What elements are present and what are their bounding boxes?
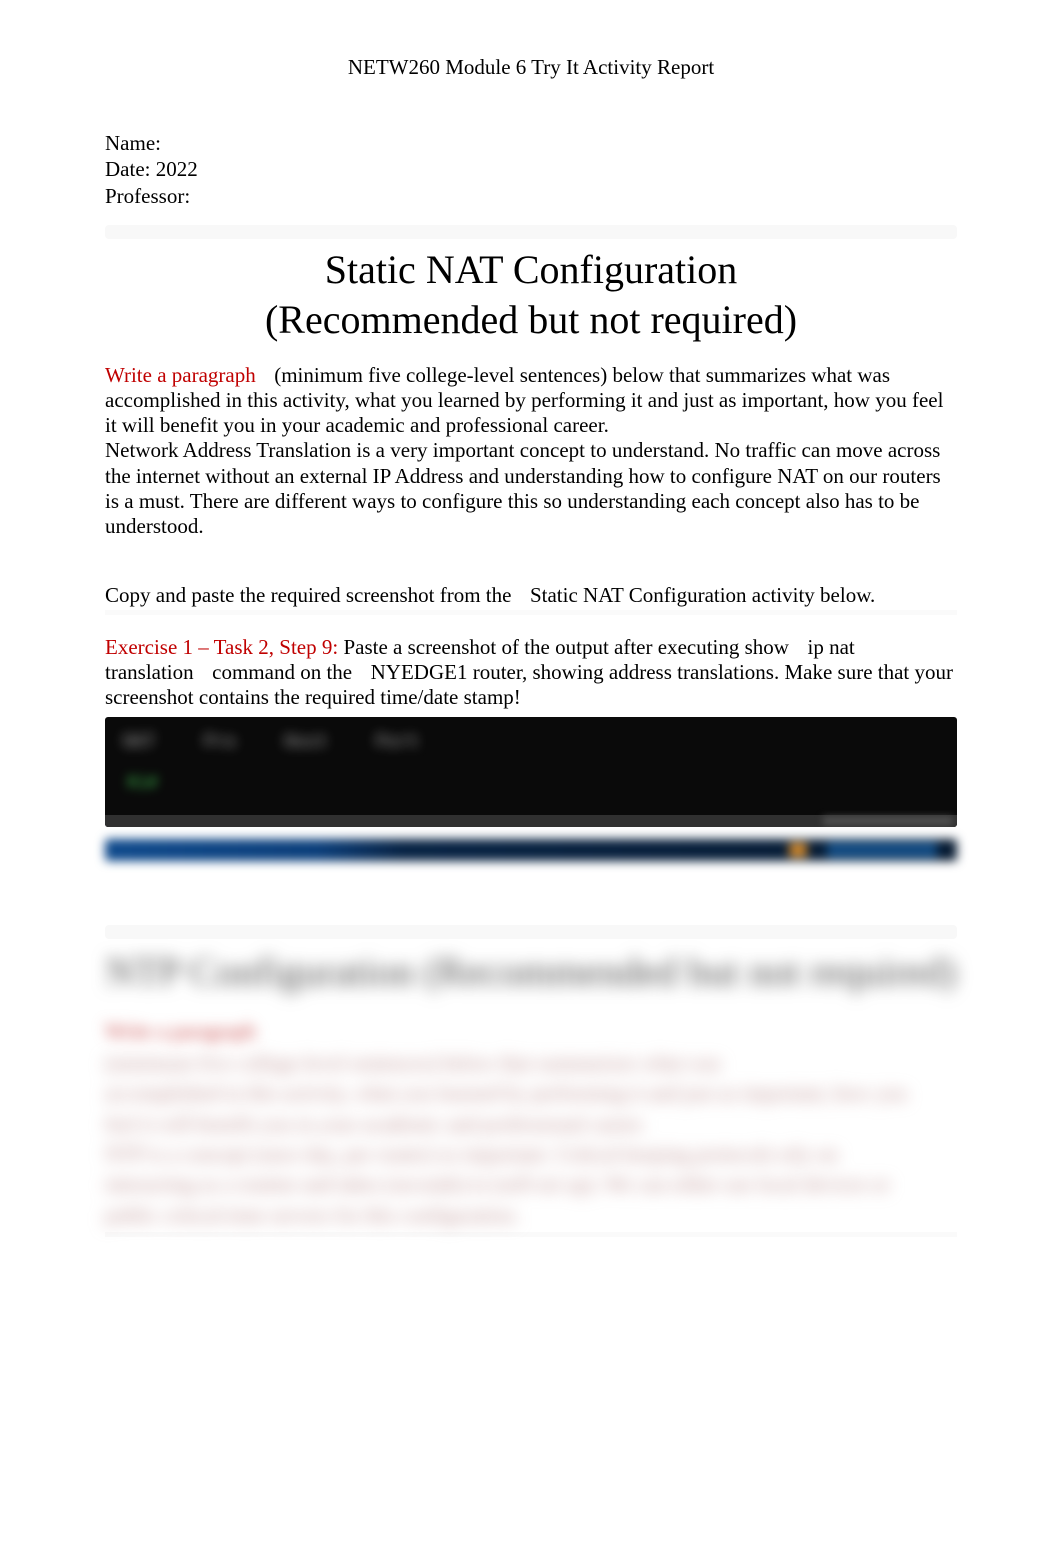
terminal-col-3: Host: [284, 731, 327, 752]
terminal-col-2: Pro: [204, 731, 237, 752]
document-header: NETW260 Module 6 Try It Activity Report: [105, 55, 957, 80]
date-field: Date: 2022: [105, 156, 957, 182]
section-2-title-line1: NTP Configuration: [106, 949, 415, 994]
faint-underline: [105, 610, 957, 615]
name-field: Name:: [105, 130, 957, 156]
terminal-col-4: Port: [375, 731, 418, 752]
blurred-body: (minimum five college-level sentences) b…: [105, 1048, 957, 1231]
write-paragraph-label-2: Write a paragraph: [105, 1019, 256, 1043]
exercise-block: Exercise 1 – Task 2, Step 9: Paste a scr…: [105, 635, 957, 711]
blurred-line-3: feel it will benefit you in your academi…: [105, 1109, 957, 1139]
terminal-screenshot: NAT Pro Host Port R1#: [105, 717, 957, 827]
section-2-title: NTP Configuration (Recommended but not r…: [105, 947, 957, 997]
terminal-prompt: R1#: [127, 773, 158, 793]
exercise-translation: translation: [105, 660, 194, 684]
section-2-title-line2: (Recommended but not required): [424, 949, 956, 994]
blurred-line-4: NTP is a concept (once day, per router) …: [105, 1139, 957, 1169]
taskbar-orange-icon: [789, 843, 807, 857]
professor-field: Professor:: [105, 183, 957, 209]
terminal-header-row: NAT Pro Host Port: [123, 731, 939, 752]
section-1-title-line2: (Recommended but not required): [105, 295, 957, 345]
divider: [105, 225, 957, 239]
document-title: NETW260 Module 6 Try It Activity Report: [348, 55, 714, 79]
write-paragraph-block: Write a paragraph (minimum five college-…: [105, 363, 957, 439]
exercise-command-on: command on the: [212, 660, 352, 684]
divider-2: [105, 925, 957, 939]
blurred-line-1: (minimum five college-level sentences) b…: [105, 1048, 957, 1078]
exercise-text-1: Paste a screenshot of the output after e…: [343, 635, 789, 659]
copy-paste-instruction: Copy and paste the required screenshot f…: [105, 583, 957, 608]
terminal-scrollbar: [105, 815, 957, 827]
info-block: Name: Date: 2022 Professor:: [105, 130, 957, 209]
answer-paragraph: Network Address Translation is a very im…: [105, 438, 957, 539]
copy-paste-post: Static NAT Configuration activity below.: [530, 583, 875, 607]
copy-paste-pre: Copy and paste the required screenshot f…: [105, 583, 511, 607]
section-2-paragraph-block: Write a paragraph (minimum five college-…: [105, 1019, 957, 1231]
exercise-label: Exercise 1 – Task 2, Step 9:: [105, 635, 338, 659]
terminal-scrollthumb: [823, 817, 953, 825]
blurred-line-6: public critical-time servers for this co…: [105, 1200, 957, 1230]
exercise-router: NYEDGE1: [371, 660, 468, 684]
write-paragraph-label: Write a paragraph: [105, 363, 256, 387]
exercise-ipnat: ip nat: [807, 635, 854, 659]
taskbar-screenshot: [105, 839, 957, 861]
terminal-col-1: NAT: [123, 731, 156, 752]
section-1-title-line1: Static NAT Configuration: [325, 247, 738, 292]
faint-underline-2: [105, 1232, 957, 1237]
taskbar-clock-area: [827, 842, 937, 858]
blurred-line-2: accomplished in this activity, what you …: [105, 1078, 957, 1108]
blurred-line-5: interacting as a routine and takes (seco…: [105, 1169, 957, 1199]
document-page: NETW260 Module 6 Try It Activity Report …: [0, 0, 1062, 1279]
screenshot-area: NAT Pro Host Port R1#: [105, 717, 957, 861]
section-1-title: Static NAT Configuration (Recommended bu…: [105, 245, 957, 345]
